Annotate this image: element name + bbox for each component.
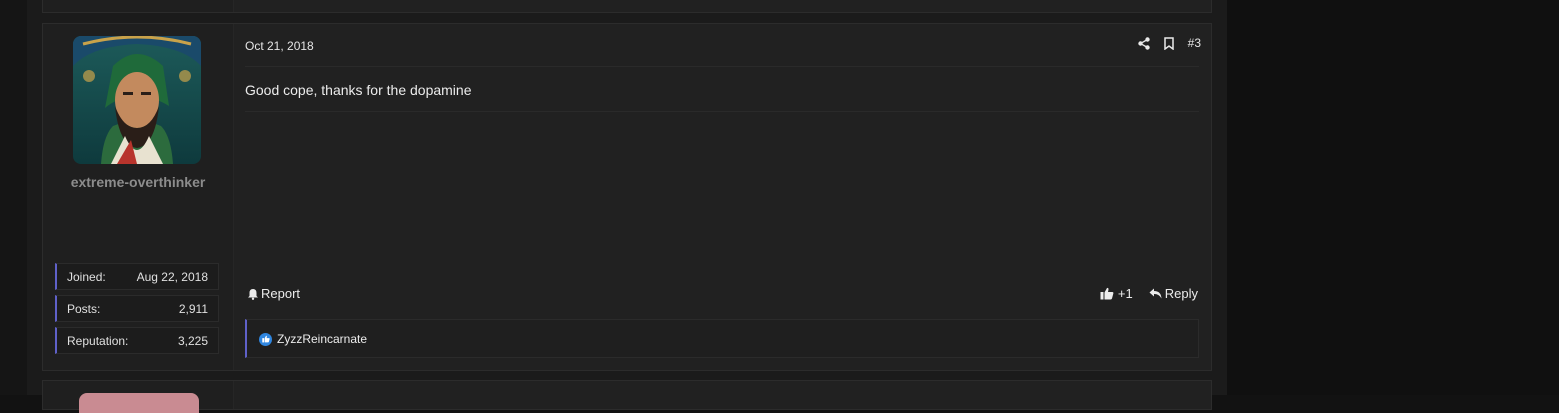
reactions-bar: ZyzzReincarnate — [245, 319, 1199, 358]
stat-reputation-label: Reputation: — [67, 334, 129, 348]
user-avatar[interactable] — [73, 36, 201, 164]
post-message: Good cope, thanks for the dopamine — [245, 82, 472, 98]
post-footer-actions: +1 Reply — [1100, 286, 1198, 301]
username[interactable]: extreme-overthinker — [43, 174, 233, 190]
stat-posts-value: 2,911 — [178, 302, 208, 316]
reactions-list[interactable]: ZyzzReincarnate — [259, 332, 367, 346]
next-post — [42, 380, 1212, 413]
stat-joined: Joined: Aug 22, 2018 — [55, 263, 219, 290]
bell-icon — [248, 288, 258, 300]
reply-label: Reply — [1164, 286, 1198, 301]
forum-post: extreme-overthinker Joined: Aug 22, 2018… — [42, 23, 1212, 371]
right-background — [1227, 0, 1559, 395]
share-icon[interactable] — [1137, 36, 1150, 50]
stat-reputation: Reputation: 3,225 — [55, 327, 219, 354]
post-header-actions: #3 — [1137, 36, 1201, 50]
avatar-portrait-image — [73, 36, 201, 164]
stat-joined-label: Joined: — [67, 270, 106, 284]
left-gutter — [0, 0, 27, 395]
post-date[interactable]: Oct 21, 2018 — [245, 39, 314, 53]
bookmark-icon[interactable] — [1163, 36, 1174, 50]
previous-post — [42, 0, 1212, 13]
next-post-avatar[interactable] — [79, 393, 199, 413]
stat-joined-value: Aug 22, 2018 — [136, 270, 208, 284]
reply-arrow-icon — [1149, 288, 1162, 299]
message-divider — [245, 111, 1199, 112]
thumbs-up-icon — [1100, 287, 1114, 300]
post-user-column: extreme-overthinker Joined: Aug 22, 2018… — [43, 24, 234, 370]
like-count: +1 — [1117, 286, 1133, 301]
like-reaction-icon — [259, 332, 272, 346]
stat-reputation-value: 3,225 — [177, 334, 208, 348]
next-post-user-column — [43, 381, 234, 413]
header-divider — [245, 66, 1199, 67]
report-button[interactable]: Report — [247, 286, 300, 301]
post-number-link[interactable]: #3 — [1188, 36, 1201, 50]
like-button[interactable]: +1 — [1100, 286, 1133, 301]
reply-button[interactable]: Reply — [1149, 286, 1198, 301]
stat-posts-label: Posts: — [67, 302, 101, 316]
report-label: Report — [261, 286, 301, 301]
previous-post-user-column — [43, 0, 234, 12]
reaction-users[interactable]: ZyzzReincarnate — [277, 332, 367, 346]
stat-posts: Posts: 2,911 — [55, 295, 219, 322]
